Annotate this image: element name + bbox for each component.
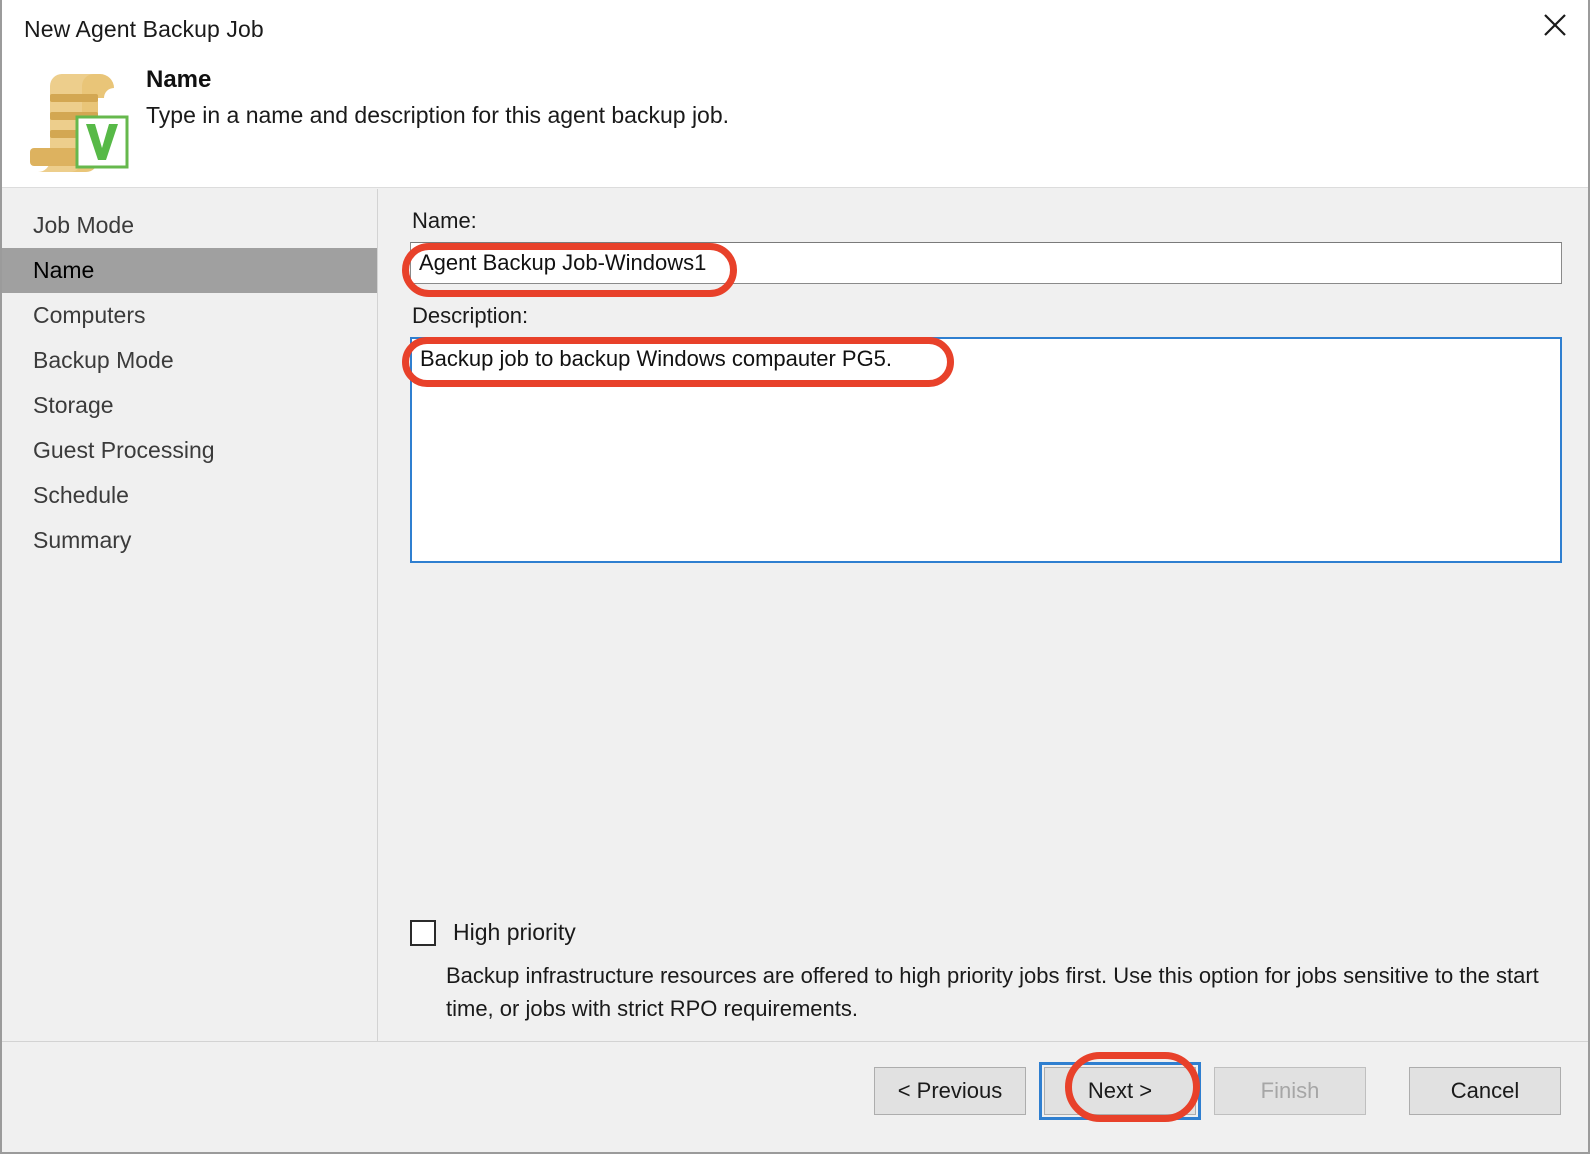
sidebar-item-backup-mode[interactable]: Backup Mode — [2, 338, 377, 383]
new-agent-backup-job-dialog: New Agent Backup Job Name Type in a name… — [0, 0, 1590, 1154]
name-label: Name: — [412, 208, 477, 233]
cancel-button[interactable]: Cancel — [1409, 1067, 1561, 1115]
title-bar: New Agent Backup Job — [2, 0, 1588, 56]
high-priority-description: Backup infrastructure resources are offe… — [446, 963, 1539, 1021]
close-icon[interactable] — [1524, 0, 1586, 50]
previous-button[interactable]: < Previous — [874, 1067, 1026, 1115]
dialog-footer: < Previous Next > Finish Cancel — [2, 1041, 1588, 1152]
finish-button: Finish — [1214, 1067, 1366, 1115]
window-title: New Agent Backup Job — [24, 16, 264, 42]
document-scroll-veeam-icon — [20, 64, 132, 172]
page-title: Name — [146, 66, 212, 93]
high-priority-label: High priority — [453, 919, 576, 945]
description-input[interactable]: Backup job to backup Windows compauter P… — [410, 337, 1562, 563]
next-button[interactable]: Next > — [1039, 1062, 1201, 1120]
sidebar-item-summary[interactable]: Summary — [2, 518, 377, 563]
sidebar-item-schedule[interactable]: Schedule — [2, 473, 377, 518]
wizard-step-list: Job Mode Name Computers Backup Mode Stor… — [2, 189, 378, 1041]
name-input[interactable] — [410, 242, 1562, 284]
sidebar-item-job-mode[interactable]: Job Mode — [2, 203, 377, 248]
sidebar-item-guest-processing[interactable]: Guest Processing — [2, 428, 377, 473]
high-priority-row[interactable]: High priority — [410, 919, 576, 946]
description-label: Description: — [412, 303, 529, 328]
high-priority-checkbox[interactable] — [410, 919, 436, 946]
page-subtitle: Type in a name and description for this … — [146, 102, 730, 128]
main-content: Name: Description: Backup job to backup … — [379, 189, 1588, 1041]
sidebar-item-computers[interactable]: Computers — [2, 293, 377, 338]
sidebar-item-name[interactable]: Name — [2, 248, 377, 293]
sidebar-item-storage[interactable]: Storage — [2, 383, 377, 428]
dialog-header: Name Type in a name and description for … — [2, 56, 1588, 188]
